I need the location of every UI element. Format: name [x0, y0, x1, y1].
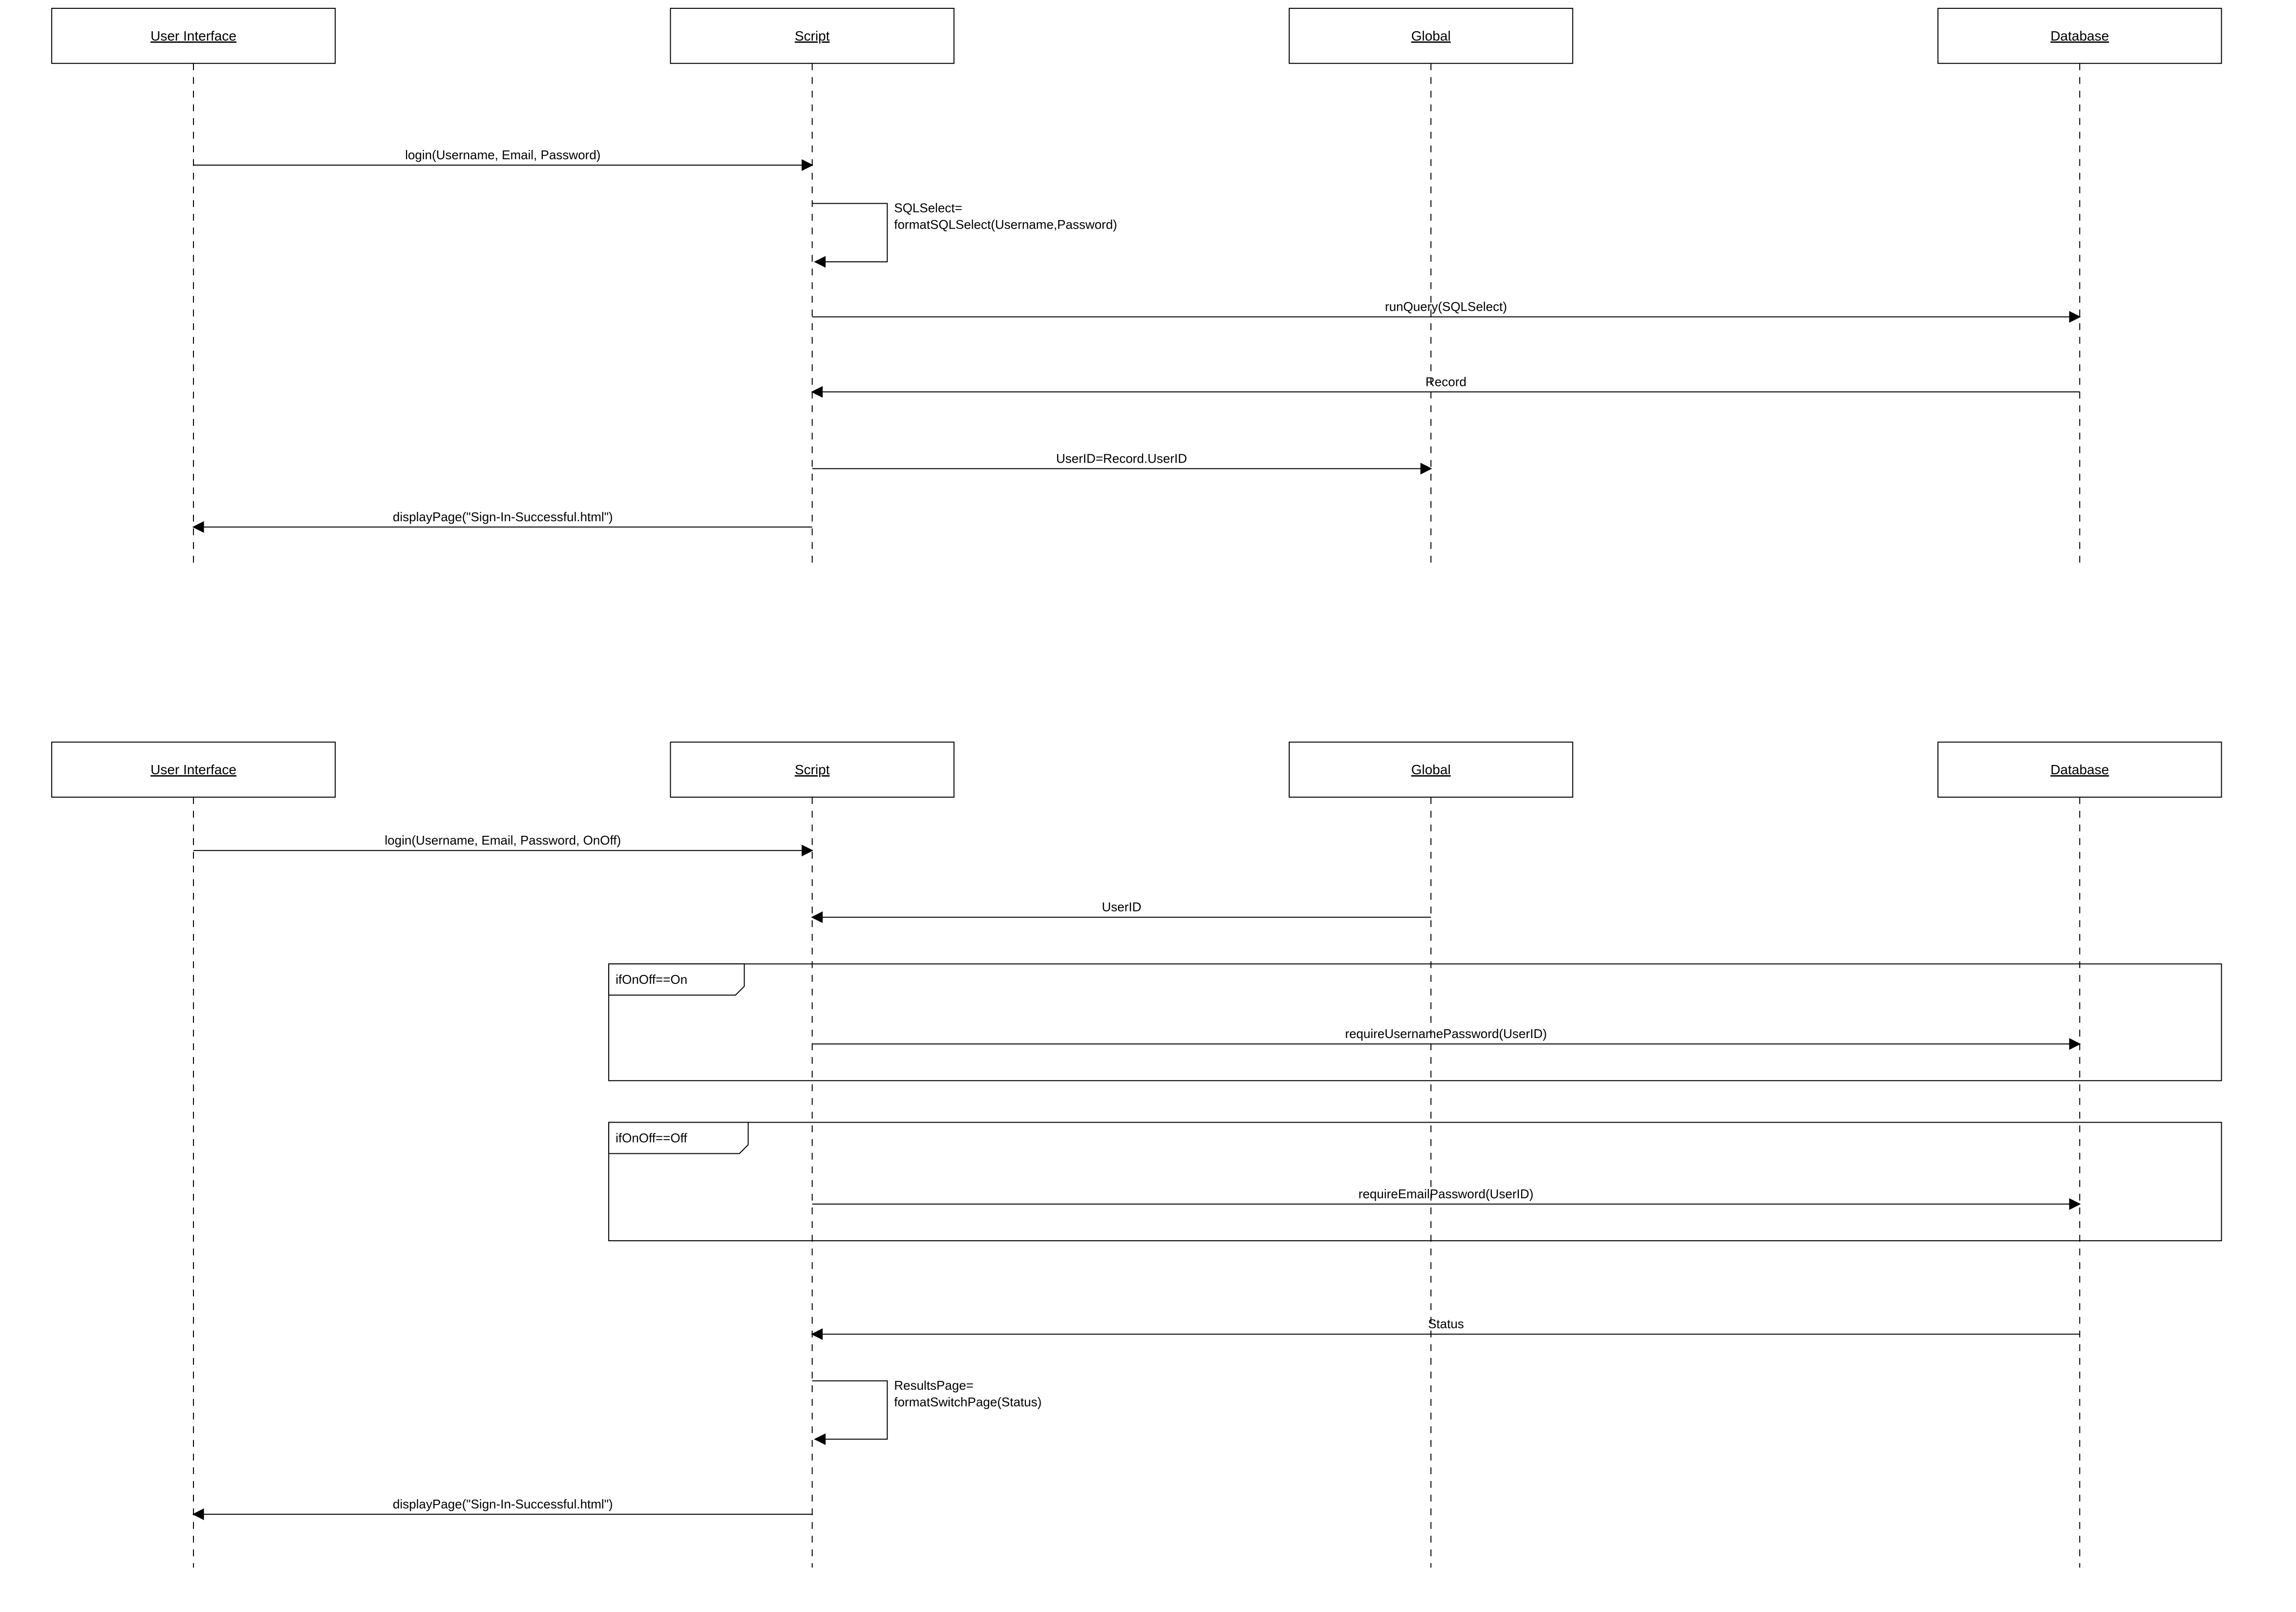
msg-record: Record: [812, 374, 2080, 392]
participant-label: Script: [795, 762, 830, 777]
msg-display2: displayPage("Sign-In-Successful.html"): [193, 1497, 812, 1514]
participant-label: User Interface: [150, 28, 236, 43]
msg-runquery: runQuery(SQLSelect): [812, 299, 2080, 317]
msg-status: Status: [812, 1316, 2080, 1334]
msg-userid2: UserID: [812, 900, 1431, 917]
msg-login2: login(Username, Email, Password, OnOff): [193, 833, 812, 850]
svg-text:requireEmailPassword(UserID): requireEmailPassword(UserID): [1359, 1187, 1533, 1201]
msg-require-email: requireEmailPassword(UserID): [812, 1187, 2080, 1204]
svg-text:login(Username, Email, Passwor: login(Username, Email, Password): [405, 148, 600, 162]
fragment-on: ifOnOff==On: [609, 964, 2221, 1081]
msg-resultspage: ResultsPage= formatSwitchPage(Status): [812, 1378, 1042, 1439]
participant-label: Database: [2050, 28, 2109, 43]
svg-text:ResultsPage=: ResultsPage=: [894, 1378, 974, 1393]
svg-text:ifOnOff==On: ifOnOff==On: [616, 972, 687, 987]
msg-login: login(Username, Email, Password): [193, 148, 812, 165]
svg-text:UserID=Record.UserID: UserID=Record.UserID: [1056, 451, 1187, 466]
svg-text:ifOnOff==Off: ifOnOff==Off: [616, 1130, 687, 1145]
msg-userid: UserID=Record.UserID: [812, 451, 1431, 468]
svg-text:formatSwitchPage(Status): formatSwitchPage(Status): [894, 1395, 1042, 1409]
participant-label: User Interface: [150, 762, 236, 777]
participant-label: Global: [1411, 762, 1451, 777]
participant-label: Database: [2050, 762, 2109, 777]
svg-text:login(Username, Email, Passwor: login(Username, Email, Password, OnOff): [385, 833, 621, 848]
svg-text:SQLSelect=: SQLSelect=: [894, 201, 962, 215]
fragment-off: ifOnOff==Off: [609, 1123, 2221, 1241]
svg-text:Status: Status: [1428, 1316, 1464, 1331]
msg-require-user: requireUsernamePassword(UserID): [812, 1026, 2080, 1044]
svg-text:displayPage("Sign-In-Successfu: displayPage("Sign-In-Successful.html"): [393, 509, 613, 524]
participant-label: Global: [1411, 28, 1451, 43]
svg-text:Record: Record: [1425, 374, 1467, 389]
svg-text:requireUsernamePassword(UserID: requireUsernamePassword(UserID): [1345, 1026, 1547, 1041]
msg-sqlselect: SQLSelect= formatSQLSelect(Username,Passw…: [812, 201, 1117, 262]
svg-text:formatSQLSelect(Username,Passw: formatSQLSelect(Username,Password): [894, 217, 1117, 232]
msg-display: displayPage("Sign-In-Successful.html"): [193, 509, 812, 527]
participant-label: Script: [795, 28, 830, 43]
svg-text:runQuery(SQLSelect): runQuery(SQLSelect): [1385, 299, 1507, 314]
svg-text:UserID: UserID: [1102, 900, 1141, 914]
svg-text:displayPage("Sign-In-Successfu: displayPage("Sign-In-Successful.html"): [393, 1497, 613, 1511]
